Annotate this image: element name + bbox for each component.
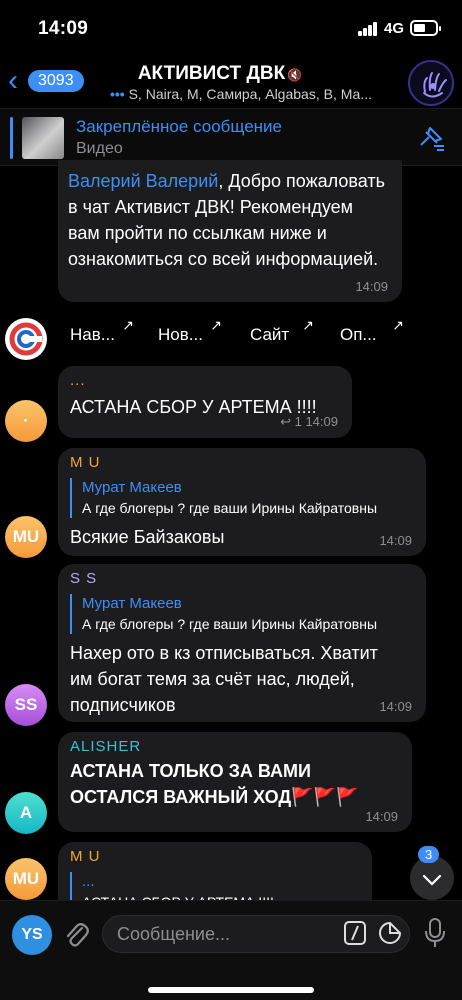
message-author: ...	[70, 372, 86, 389]
message-time: 14:09	[365, 809, 398, 824]
message-time: 14:09	[379, 533, 412, 548]
inline-button-4[interactable]: Оп... ↗	[328, 312, 408, 358]
message-author: ALISHER	[70, 738, 142, 755]
pinned-subtitle: Видео	[76, 140, 123, 157]
reply-text: А где блогеры ? где ваши Ирины Кайратовн…	[82, 616, 378, 632]
avatar[interactable]: MU	[5, 516, 47, 558]
inline-button-3[interactable]: Сайт ↗	[238, 312, 318, 358]
microphone-icon[interactable]	[424, 917, 446, 949]
welcome-text: Валерий Валерий, Добро пожаловать в чат …	[68, 171, 385, 269]
message-time: 14:09	[355, 279, 388, 294]
message-author: S S	[70, 570, 98, 587]
bot-logo-icon	[6, 319, 46, 359]
chevron-down-icon	[422, 874, 442, 886]
status-time: 14:09	[38, 18, 89, 39]
message-meta: ↩ 1 14:09	[280, 414, 338, 430]
external-link-icon: ↗	[210, 317, 222, 333]
unread-count-badge: 3093	[28, 70, 84, 92]
welcome-message[interactable]: Валерий Валерий, Добро пожаловать в чат …	[58, 160, 402, 302]
reply-arrow-icon: ↩	[280, 414, 291, 429]
reply-count: 1	[294, 414, 302, 429]
chat-title[interactable]: АКТИВИСТ ДВК 🔇	[100, 63, 340, 85]
group-avatar[interactable]	[408, 60, 454, 106]
avatar[interactable]: SS	[5, 684, 47, 726]
typing-dots-icon: •••	[109, 86, 125, 102]
message-text: Всякие Байзаковы	[70, 527, 225, 547]
pinned-message-bar[interactable]: Закреплённое сообщение Видео	[0, 108, 462, 166]
red-flag-icons: 🚩🚩🚩	[291, 787, 359, 807]
send-as-avatar[interactable]: YS	[12, 915, 52, 955]
user-mention-link[interactable]: Валерий Валерий	[68, 171, 218, 191]
pinned-video-thumbnail	[22, 117, 64, 159]
message-text: Нахер ото в кз отписываться. Хватит им б…	[70, 643, 378, 715]
message-time: 14:09	[379, 699, 412, 714]
inline-button-2[interactable]: Нов... ↗	[146, 312, 226, 358]
reply-quote[interactable]: Мурат Макеев А где блогеры ? где ваши Ир…	[70, 478, 408, 518]
chat-header: ‹ 3093 АКТИВИСТ ДВК 🔇 ••• S, Naira, M, Са…	[0, 58, 462, 108]
battery-icon	[410, 20, 441, 36]
sticker-icon[interactable]	[378, 921, 402, 945]
external-link-icon: ↗	[302, 317, 314, 333]
message-author: M U	[70, 848, 101, 865]
message-bubble[interactable]: S S Мурат Макеев А где блогеры ? где ваш…	[58, 564, 426, 722]
reply-text: А где блогеры ? где ваши Ирины Кайратовн…	[82, 500, 378, 516]
network-label: 4G	[384, 20, 405, 37]
attach-icon[interactable]	[62, 919, 90, 951]
reply-author: Мурат Макеев	[82, 595, 182, 612]
home-indicator	[148, 987, 314, 993]
message-bubble[interactable]: ALISHER АСТАНА ТОЛЬКО ЗА ВАМИ ОСТАЛСЯ ВА…	[58, 732, 412, 832]
external-link-icon: ↗	[122, 317, 134, 333]
inline-button-1[interactable]: Нав... ↗	[58, 312, 138, 358]
reply-author: Мурат Макеев	[82, 479, 182, 496]
external-link-icon: ↗	[392, 317, 404, 333]
chevron-left-icon: ‹	[8, 64, 18, 97]
mute-icon: 🔇	[287, 68, 303, 82]
reply-quote[interactable]: Мурат Макеев А где блогеры ? где ваши Ир…	[70, 594, 408, 634]
pinned-list-icon[interactable]	[418, 124, 446, 152]
reply-author: ...	[82, 873, 95, 890]
message-bubble[interactable]: ... АСТАНА СБОР У АРТЕМА !!!! ↩ 1 14:09	[58, 366, 352, 438]
signal-icon	[358, 22, 378, 36]
scroll-to-bottom-button[interactable]: 3	[410, 846, 454, 900]
avatar[interactable]: ·	[5, 400, 47, 442]
message-text: АСТАНА ТОЛЬКО ЗА ВАМИ ОСТАЛСЯ ВАЖНЫЙ ХОД…	[70, 761, 359, 807]
message-time: 14:09	[305, 414, 338, 429]
pinned-title: Закреплённое сообщение	[76, 117, 282, 136]
pinned-indicator	[10, 117, 13, 159]
message-input-bar: YS	[0, 900, 462, 1000]
message-author: M U	[70, 454, 101, 471]
status-bar: 14:09 4G	[0, 0, 462, 58]
avatar[interactable]: MU	[5, 858, 47, 900]
members-subtitle[interactable]: ••• S, Naira, M, Самира, Algabas, B, Ма.…	[86, 86, 396, 102]
back-button[interactable]: ‹ 3093	[8, 66, 88, 96]
avatar[interactable]: A	[5, 792, 47, 834]
bot-command-icon[interactable]	[344, 921, 366, 945]
hand-logo-icon	[412, 64, 452, 104]
bot-avatar[interactable]	[5, 318, 47, 360]
unread-mentions-badge: 3	[418, 846, 440, 863]
inline-keyboard: Нав... ↗ Нов... ↗ Сайт ↗ Оп... ↗	[58, 312, 404, 358]
message-bubble[interactable]: M U Мурат Макеев А где блогеры ? где ваш…	[58, 448, 426, 556]
